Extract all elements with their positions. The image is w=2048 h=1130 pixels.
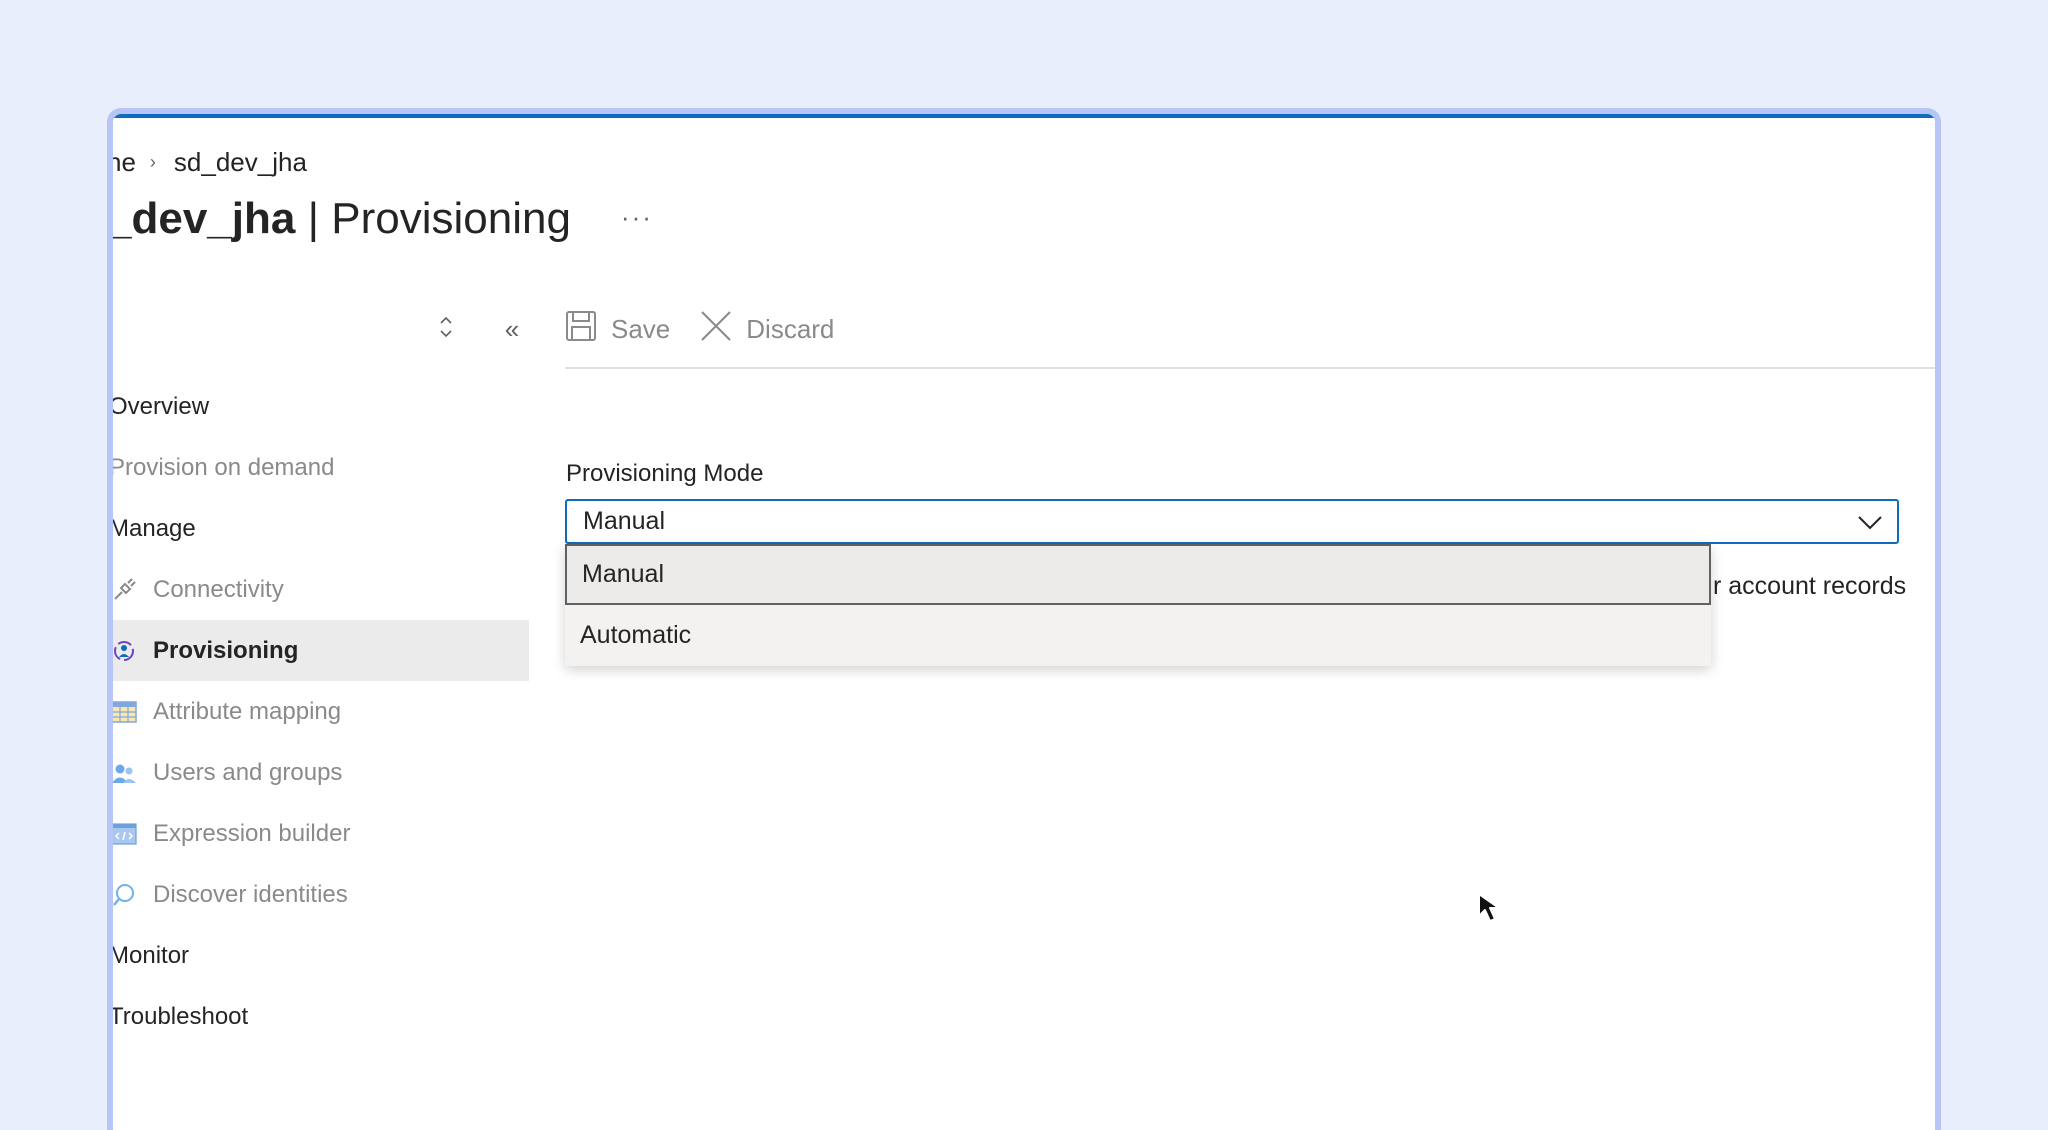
breadcrumb: ne › sd_dev_jha — [113, 144, 307, 180]
page-title-resource: _dev_jha — [107, 194, 296, 243]
sidebar-item-expression-builder[interactable]: Expression builder — [113, 803, 529, 864]
save-button[interactable]: Save — [565, 310, 670, 349]
code-window-icon — [113, 819, 139, 849]
table-grid-icon — [113, 697, 139, 727]
chevron-right-icon: › — [149, 151, 156, 172]
sidebar-controls: « — [433, 314, 525, 347]
provisioning-mode-value: Manual — [583, 507, 665, 535]
save-disk-icon — [565, 310, 597, 349]
sidebar-item-provision-on-demand[interactable]: Provision on demand — [113, 437, 529, 498]
option-automatic[interactable]: Automatic — [565, 605, 1711, 666]
sidebar-item-label: Discover identities — [153, 880, 348, 908]
sidebar-item-connectivity[interactable]: Connectivity — [113, 559, 529, 620]
more-options-icon[interactable]: ··· — [621, 202, 653, 233]
sidebar-item-discover-identities[interactable]: Discover identities — [113, 864, 529, 925]
discard-button[interactable]: Discard — [700, 310, 834, 349]
close-x-icon — [700, 310, 732, 349]
sidebar-item-label: Provision on demand — [109, 453, 335, 481]
mouse-pointer-icon — [1477, 892, 1511, 931]
sidebar-item-overview[interactable]: Overview — [113, 376, 529, 437]
sidebar-item-users-and-groups[interactable]: Users and groups — [113, 742, 529, 803]
command-bar: Save Discard — [565, 310, 834, 349]
provisioning-mode-select[interactable]: Manual — [565, 499, 1899, 544]
partially-hidden-description: r account records — [1713, 572, 1907, 600]
users-group-icon — [113, 758, 139, 788]
option-manual[interactable]: Manual — [565, 544, 1711, 605]
provisioning-mode-label: Provisioning Mode — [566, 460, 764, 487]
provisioning-mode-listbox: Manual Automatic — [565, 544, 1711, 666]
toolbar-divider — [565, 367, 1935, 369]
sidebar-item-label: Expression builder — [153, 819, 351, 847]
page-title-separator: | — [295, 194, 332, 243]
sidebar-item-label: Troubleshoot — [109, 1002, 249, 1030]
discard-button-label: Discard — [746, 314, 835, 344]
sidebar-item-attribute-mapping[interactable]: Attribute mapping — [113, 681, 529, 742]
sidebar-item-label: Provisioning — [153, 636, 299, 664]
search-bubble-icon — [113, 880, 139, 910]
sidebar-item-label: Users and groups — [153, 758, 343, 786]
azure-portal-window: ne › sd_dev_jha _dev_jha | Provisioning … — [107, 108, 1941, 1130]
page-header: _dev_jha | Provisioning ··· — [113, 194, 653, 244]
save-button-label: Save — [611, 314, 671, 344]
sidebar-item-label: Connectivity — [153, 575, 284, 603]
collapse-sidebar-icon[interactable]: « — [499, 314, 525, 347]
sidebar-item-label: Overview — [109, 392, 210, 420]
page-title: _dev_jha | Provisioning — [107, 194, 571, 244]
sidebar-nav: Overview Provision on demand Manage Conn… — [113, 376, 529, 1047]
provisioning-sync-icon — [113, 636, 139, 666]
sidebar-section-troubleshoot[interactable]: Troubleshoot — [113, 986, 529, 1047]
sidebar-item-provisioning[interactable]: Provisioning — [113, 620, 529, 681]
breadcrumb-current-link[interactable]: sd_dev_jha — [174, 147, 307, 178]
sidebar-section-manage[interactable]: Manage — [113, 498, 529, 559]
sidebar-item-label: Attribute mapping — [153, 697, 342, 725]
breadcrumb-home-link[interactable]: ne — [113, 147, 136, 178]
sidebar-item-label: Monitor — [109, 941, 190, 969]
sidebar-item-label: Manage — [109, 514, 196, 542]
page-title-section: Provisioning — [331, 194, 571, 243]
sidebar-section-monitor[interactable]: Monitor — [113, 925, 529, 986]
plug-icon — [113, 575, 139, 605]
sort-updown-icon[interactable] — [433, 314, 459, 347]
chevron-down-icon[interactable] — [1857, 509, 1883, 542]
